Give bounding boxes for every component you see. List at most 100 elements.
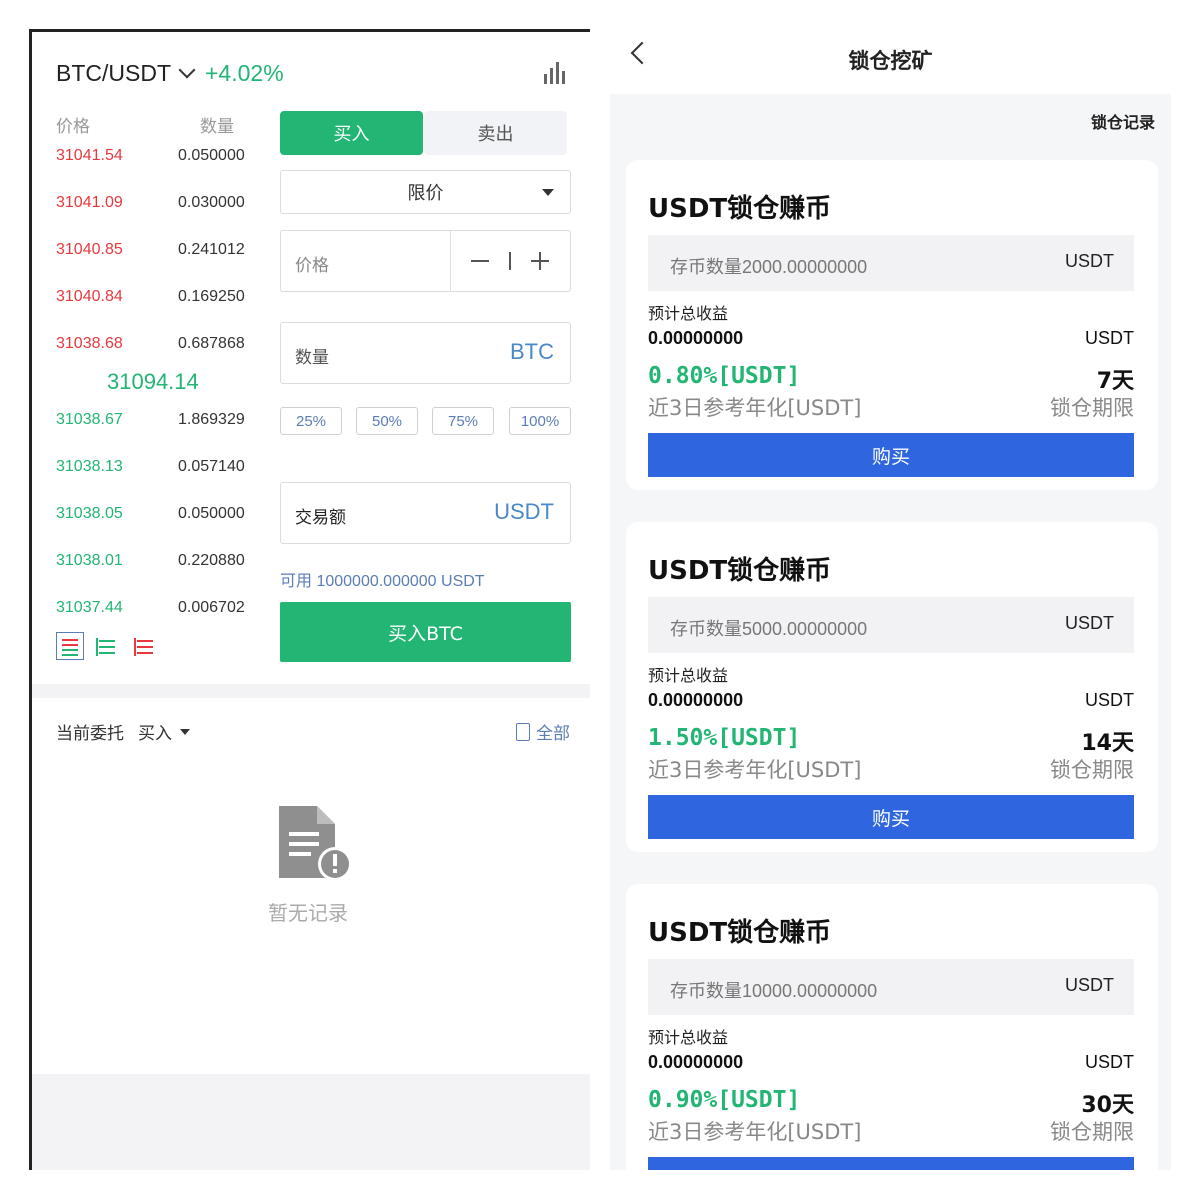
bid-qty: 0.220880 <box>178 552 245 569</box>
order-type-select[interactable]: 限价 <box>280 170 571 214</box>
buy-btc-button[interactable]: 买入BTC <box>280 602 571 662</box>
bid-row[interactable]: 31038.01 0.220880 <box>56 552 256 572</box>
bid-price: 31038.67 <box>56 411 123 428</box>
price-input[interactable]: 价格 <box>280 230 571 292</box>
ask-row[interactable]: 31038.68 0.687868 <box>56 335 256 355</box>
ask-price: 31038.68 <box>56 335 123 352</box>
card-title: USDT锁仓赚币 <box>648 194 832 224</box>
deposit-amount: 存币数量5000.00000000 <box>670 619 868 639</box>
top-bar: 锁仓挖矿 <box>610 29 1171 94</box>
chart-icon[interactable] <box>544 62 568 84</box>
pct-75-button[interactable]: 75% <box>432 407 494 435</box>
annual-rate: 0.80%[USDT] <box>648 363 801 389</box>
bid-qty: 0.006702 <box>178 599 245 616</box>
bid-qty: 1.869329 <box>178 411 245 428</box>
deposit-amount: 存币数量2000.00000000 <box>670 257 868 277</box>
lock-days: 30天 <box>1081 1093 1134 1118</box>
deposit-amount-field[interactable]: 存币数量5000.00000000 USDT <box>648 597 1134 653</box>
empty-message: 暂无记录 <box>268 901 348 925</box>
ask-qty: 0.030000 <box>178 194 245 211</box>
amount-label: 交易额 <box>295 508 346 528</box>
earn-label: 预计总收益 <box>648 1028 729 1047</box>
ask-price: 31040.85 <box>56 241 123 258</box>
earn-unit: USDT <box>1085 690 1134 710</box>
term-label: 锁仓期限 <box>1050 396 1134 420</box>
amount-unit: USDT <box>494 499 554 524</box>
buy-button[interactable]: 购买 <box>648 1157 1134 1170</box>
annual-rate: 1.50%[USDT] <box>648 725 801 751</box>
caret-down-icon[interactable] <box>180 728 190 735</box>
ask-price: 31041.09 <box>56 194 123 211</box>
qty-header: 数量 <box>200 117 234 137</box>
buy-button[interactable]: 购买 <box>648 795 1134 839</box>
ask-qty: 0.241012 <box>178 241 245 258</box>
bid-row[interactable]: 31037.44 0.006702 <box>56 599 256 619</box>
all-orders-label: 全部 <box>536 724 570 744</box>
pct-100-button[interactable]: 100% <box>509 407 571 435</box>
deposit-unit: USDT <box>1065 975 1114 995</box>
price-stepper[interactable] <box>450 231 570 291</box>
deposit-amount-field[interactable]: 存币数量2000.00000000 USDT <box>648 235 1134 291</box>
trading-panel: BTC/USDT +4.02% 价格 数量 31041.54 0.050000 3… <box>29 29 590 1170</box>
section-divider <box>32 684 590 698</box>
ask-row[interactable]: 31040.85 0.241012 <box>56 241 256 261</box>
ask-row[interactable]: 31041.54 0.050000 <box>56 147 256 167</box>
orders-filter[interactable]: 买入 <box>138 719 172 744</box>
bid-row[interactable]: 31038.67 1.869329 <box>56 411 256 431</box>
deposit-unit: USDT <box>1065 251 1114 271</box>
lock-days: 14天 <box>1081 731 1134 756</box>
amount-input[interactable]: 交易额 USDT <box>280 482 571 544</box>
layout-both-icon[interactable] <box>56 632 84 660</box>
tab-buy[interactable]: 买入 <box>280 111 423 155</box>
rate-label: 近3日参考年化[USDT] <box>648 396 862 420</box>
pct-50-button[interactable]: 50% <box>356 407 418 435</box>
bid-row[interactable]: 31038.05 0.050000 <box>56 505 256 525</box>
bid-price: 31038.01 <box>56 552 123 569</box>
lock-card: USDT锁仓赚币 存币数量5000.00000000 USDT 预计总收益 0.… <box>626 522 1158 852</box>
bid-price: 31037.44 <box>56 599 123 616</box>
quantity-unit: BTC <box>510 339 554 364</box>
term-label: 锁仓期限 <box>1050 758 1134 782</box>
caret-down-icon <box>542 189 554 196</box>
tab-sell[interactable]: 卖出 <box>424 111 567 155</box>
lock-mining-panel: 锁仓挖矿 锁仓记录 USDT锁仓赚币 存币数量2000.00000000 USD… <box>610 29 1171 1170</box>
current-orders-title: 当前委托 <box>56 724 124 744</box>
card-title: USDT锁仓赚币 <box>648 918 832 948</box>
layout-buy-icon[interactable] <box>94 632 122 660</box>
empty-record-icon <box>279 806 352 881</box>
mid-price: 31094.14 <box>107 369 199 394</box>
buy-button[interactable]: 购买 <box>648 433 1134 477</box>
rate-label: 近3日参考年化[USDT] <box>648 1120 862 1144</box>
page-title: 锁仓挖矿 <box>848 49 933 73</box>
price-change: +4.02% <box>205 59 284 86</box>
card-title: USDT锁仓赚币 <box>648 556 832 586</box>
available-balance: 可用 1000000.000000 USDT <box>280 573 485 590</box>
ask-qty: 0.169250 <box>178 288 245 305</box>
annual-rate: 0.90%[USDT] <box>648 1087 801 1113</box>
bottom-bar <box>32 1074 590 1170</box>
earn-value: 0.00000000 <box>648 1052 744 1072</box>
lock-records-link[interactable]: 锁仓记录 <box>1091 109 1155 133</box>
all-orders-link[interactable]: 全部 <box>516 719 570 744</box>
quantity-input[interactable]: 数量 BTC <box>280 322 571 384</box>
price-header: 价格 <box>56 117 90 137</box>
ask-row[interactable]: 31040.84 0.169250 <box>56 288 256 308</box>
layout-sell-icon[interactable] <box>132 632 160 660</box>
ask-qty: 0.050000 <box>178 147 245 164</box>
bid-row[interactable]: 31038.13 0.057140 <box>56 458 256 478</box>
lock-card: USDT锁仓赚币 存币数量10000.00000000 USDT 预计总收益 0… <box>626 884 1158 1170</box>
ask-qty: 0.687868 <box>178 335 245 352</box>
ask-row[interactable]: 31041.09 0.030000 <box>56 194 256 214</box>
minus-icon[interactable] <box>471 260 489 262</box>
pair-name[interactable]: BTC/USDT <box>56 60 171 87</box>
order-type-label: 限价 <box>407 183 444 204</box>
separator <box>509 252 511 270</box>
deposit-amount-field[interactable]: 存币数量10000.00000000 USDT <box>648 959 1134 1015</box>
chevron-down-icon[interactable] <box>178 61 196 79</box>
lock-days: 7天 <box>1096 369 1134 394</box>
earn-unit: USDT <box>1085 1052 1134 1072</box>
document-icon <box>516 722 530 741</box>
pair-header[interactable]: BTC/USDT +4.02% <box>56 58 284 88</box>
ask-price: 31040.84 <box>56 288 123 305</box>
pct-25-button[interactable]: 25% <box>280 407 342 435</box>
